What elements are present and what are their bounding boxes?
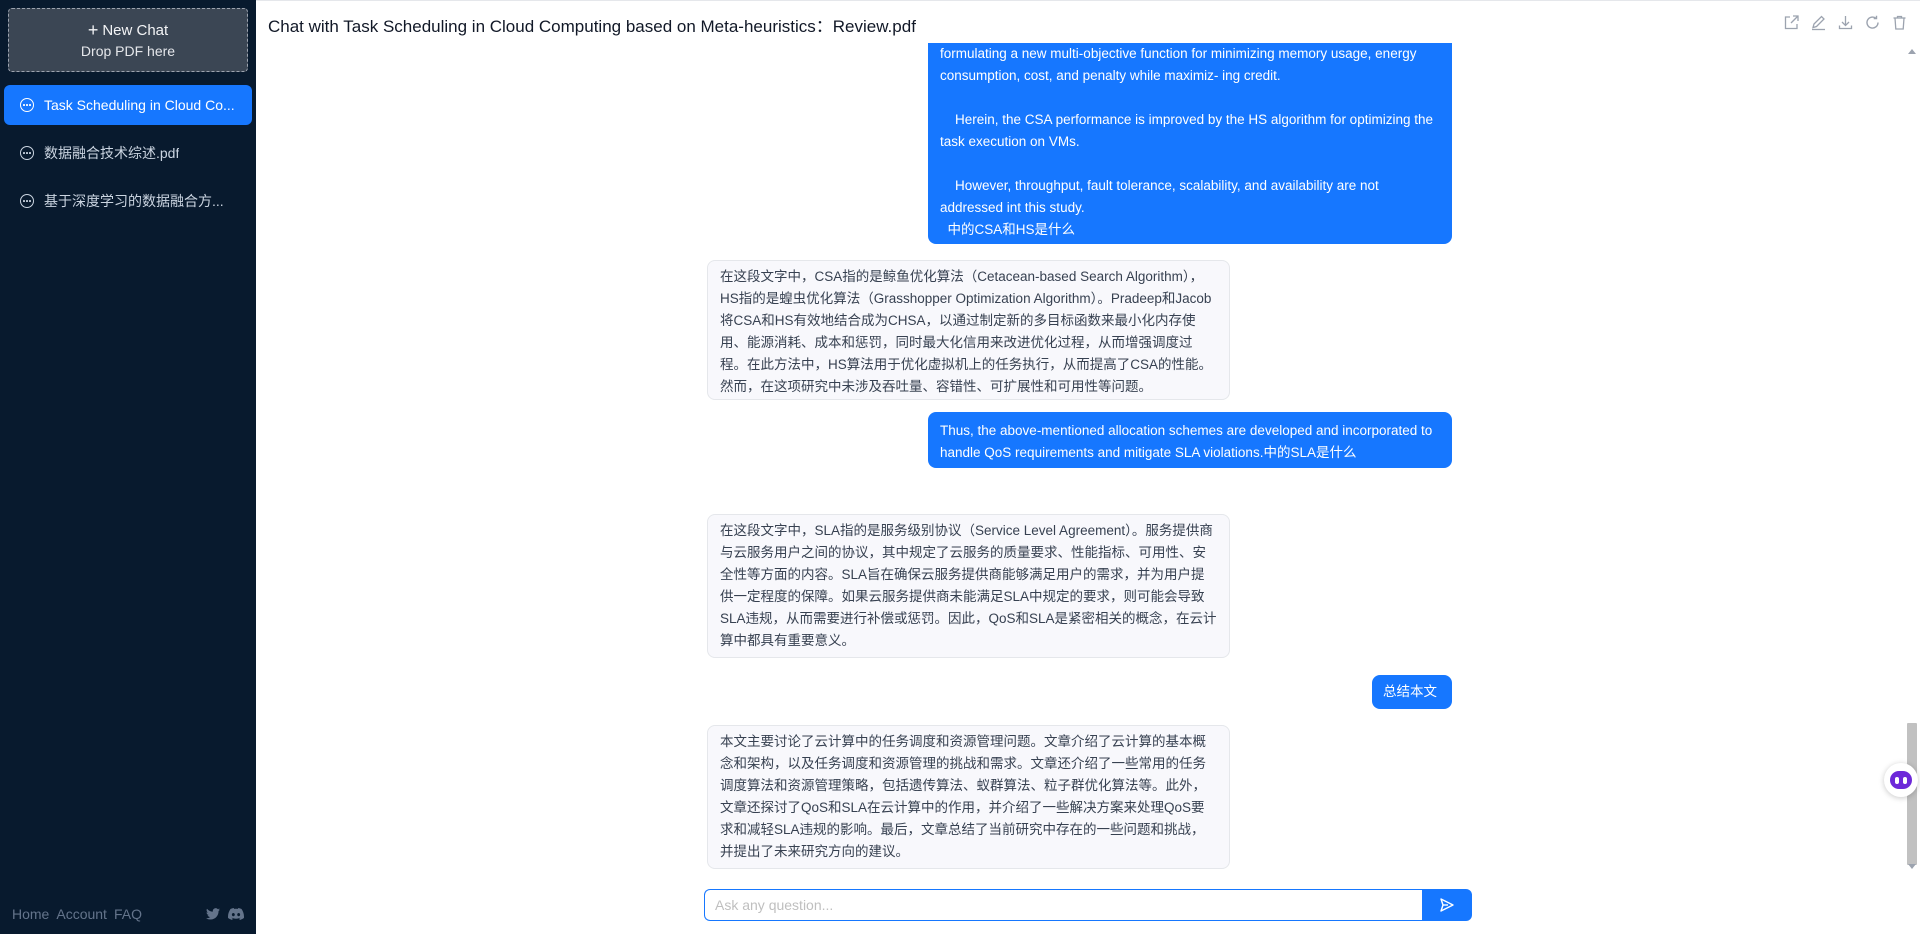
question-input-bar (704, 889, 1472, 921)
faq-link[interactable]: FAQ (114, 906, 142, 922)
edit-icon[interactable] (1810, 14, 1827, 31)
question-input[interactable] (704, 889, 1422, 921)
send-icon (1440, 898, 1454, 912)
scrollbar[interactable] (1904, 43, 1920, 875)
user-message: 总结本文 (1372, 675, 1452, 709)
chat-bubble-icon (20, 98, 34, 112)
scroll-up-arrow[interactable] (1908, 49, 1916, 54)
chat-item[interactable]: Task Scheduling in Cloud Co... (4, 85, 252, 125)
sidebar: + New Chat Drop PDF here Task Scheduling… (0, 0, 256, 934)
new-chat-button[interactable]: + New Chat Drop PDF here (8, 8, 248, 72)
chat-item-label: Task Scheduling in Cloud Co... (44, 97, 235, 113)
chat-list: Task Scheduling in Cloud Co... 数据融合技术综述.… (4, 85, 252, 229)
message-list: formulating a new multi-objective functi… (256, 43, 1904, 875)
user-message: formulating a new multi-objective functi… (928, 43, 1452, 244)
share-icon[interactable] (1783, 14, 1800, 31)
robot-icon (1890, 771, 1912, 789)
assistant-message: 本文主要讨论了云计算中的任务调度和资源管理问题。文章介绍了云计算的基本概念和架构… (707, 725, 1230, 869)
sidebar-footer: Home Account FAQ (12, 906, 244, 922)
header: Chat with Task Scheduling in Cloud Compu… (256, 0, 1920, 43)
send-button[interactable] (1422, 889, 1472, 921)
chat-item[interactable]: 数据融合技术综述.pdf (4, 133, 252, 173)
new-chat-label: New Chat (102, 21, 169, 39)
chat-bubble-icon (20, 194, 34, 208)
header-actions (1783, 14, 1908, 31)
assistant-message: 在这段文字中，CSA指的是鲸鱼优化算法（Cetacean-based Searc… (707, 260, 1230, 400)
chat-item-label: 基于深度学习的数据融合方... (44, 193, 224, 209)
chat-item-label: 数据融合技术综述.pdf (44, 145, 180, 161)
twitter-icon[interactable] (206, 908, 220, 920)
home-link[interactable]: Home (12, 906, 49, 922)
download-icon[interactable] (1837, 14, 1854, 31)
chat-item[interactable]: 基于深度学习的数据融合方... (4, 181, 252, 221)
reload-icon[interactable] (1864, 14, 1881, 31)
drop-pdf-hint: Drop PDF here (80, 42, 176, 59)
account-link[interactable]: Account (56, 906, 107, 922)
scroll-down-arrow[interactable] (1908, 864, 1916, 869)
assistant-fab-button[interactable] (1884, 763, 1918, 797)
discord-icon[interactable] (228, 908, 244, 920)
page-title: Chat with Task Scheduling in Cloud Compu… (268, 17, 916, 36)
chat-bubble-icon (20, 146, 34, 160)
assistant-message: 在这段文字中，SLA指的是服务级别协议（Service Level Agreem… (707, 514, 1230, 658)
trash-icon[interactable] (1891, 14, 1908, 31)
user-message: Thus, the above-mentioned allocation sch… (928, 412, 1452, 468)
plus-icon: + (87, 20, 99, 40)
